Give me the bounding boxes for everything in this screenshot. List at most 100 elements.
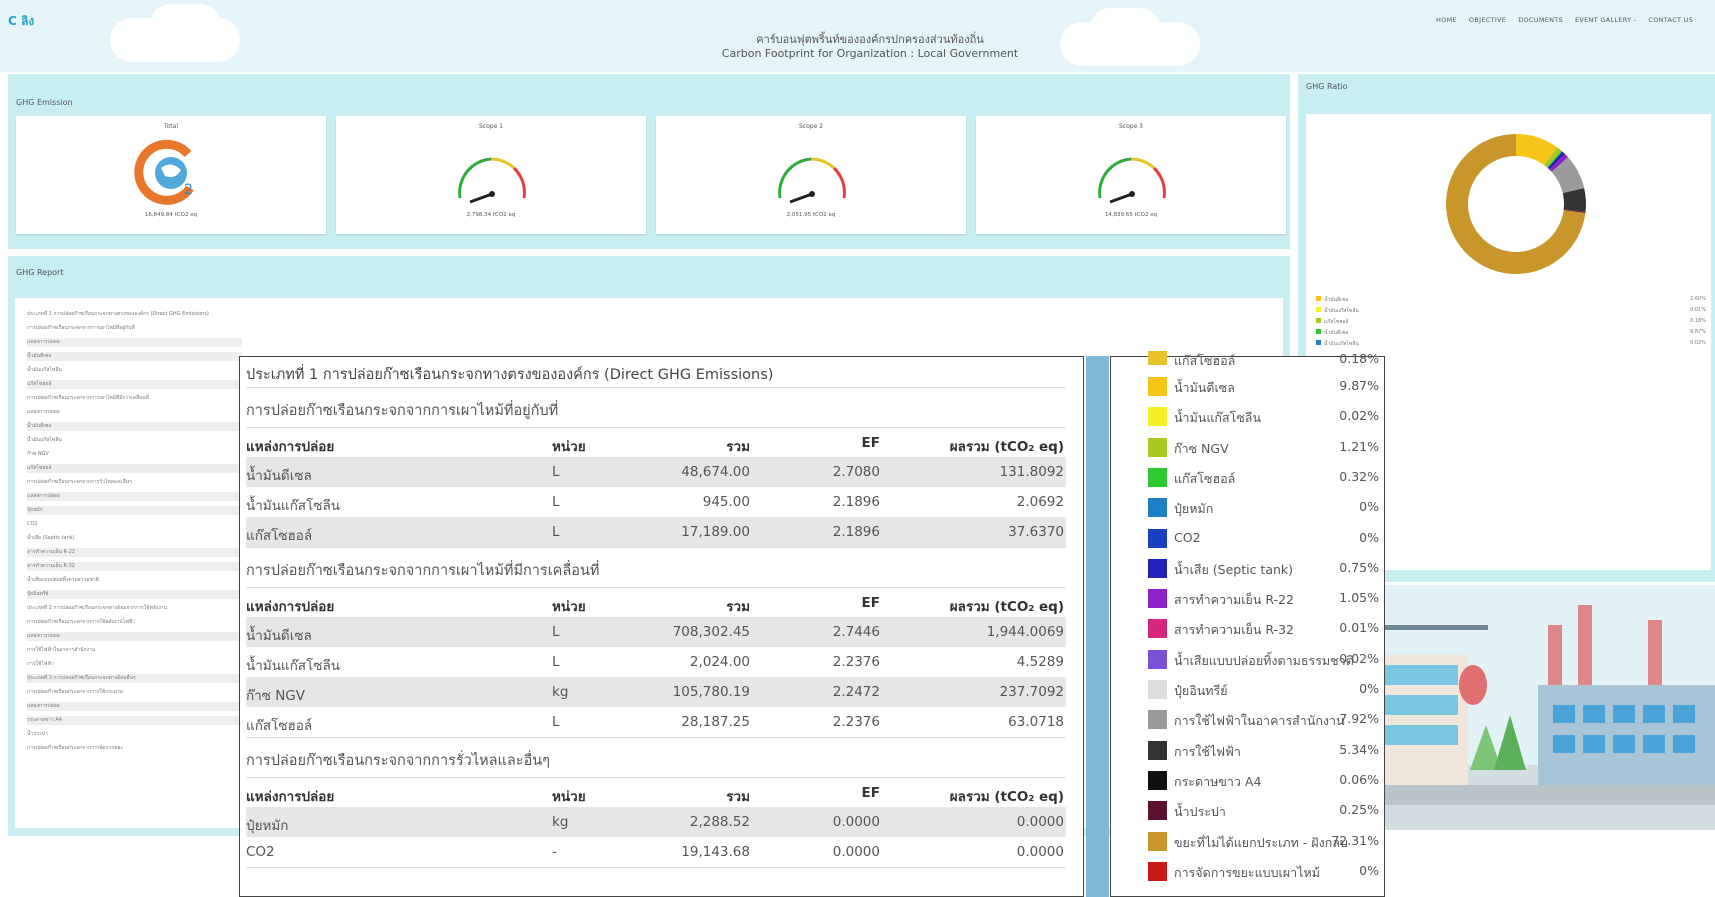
- legend-item: น้ำประปา 0.25%: [1111, 796, 1386, 826]
- legend-pct: 0.01%: [1339, 620, 1379, 636]
- card-scope2[interactable]: Scope 2 2,051.95 tCO2 eq: [656, 116, 966, 234]
- report-row: การปล่อยก๊าซเรือนกระจกจากการเผาไหม้ที่มี…: [27, 395, 149, 401]
- legend-item: ปุ๋ยอินทรีย์ 0%: [1111, 675, 1386, 705]
- cell-total: 708,302.45: [672, 624, 750, 640]
- report-row: สารทำความเย็น R-32: [27, 562, 242, 571]
- site-title: คาร์บอนฟุตพริ้นท์ขององค์กรปกครองส่วนท้อง…: [690, 33, 1050, 61]
- legend-item: แก๊สโซฮอล์ 0.32%: [1111, 463, 1386, 493]
- cell-sum: 1,944.0069: [986, 624, 1064, 640]
- legend-swatch: [1148, 770, 1167, 790]
- report-row: แก๊สโซฮอล์: [27, 380, 242, 389]
- cell-source: CO2: [246, 844, 275, 860]
- legend-label: CO2: [1174, 529, 1201, 545]
- mini-legend-item: แก๊สโซฮอล์ 0.18%: [1316, 318, 1706, 326]
- legend-swatch: [1148, 589, 1167, 609]
- legend-label: แก๊สโซฮอล์: [1174, 353, 1236, 368]
- report-row: น้ำเสีย (Septic tank): [27, 535, 75, 541]
- card-label: Total: [163, 123, 178, 130]
- report-row: ประเภทที่ 2 การปล่อยก๊าซเรือนกระจกทางอ้อ…: [27, 605, 168, 611]
- cell-ef: 2.1896: [832, 494, 880, 510]
- report-row: การปล่อยก๊าซเรือนกระจกจากการเผาไหม้ที่อย…: [27, 325, 135, 331]
- report-row: ประเภทที่ 1 การปล่อยก๊าซเรือนกระจกทางตรง…: [27, 311, 209, 317]
- cell-unit: L: [552, 714, 560, 730]
- cell-source: น้ำมันดีเซล: [246, 468, 312, 484]
- mini-legend-swatch: [1316, 296, 1321, 301]
- ratio-panel-title: GHG Ratio: [1306, 82, 1348, 91]
- cloud-decoration: [150, 4, 220, 44]
- header-source: แหล่งการปล่อย: [246, 599, 335, 615]
- report-row: น้ำมันแก๊สโซลีน: [27, 437, 62, 443]
- mini-legend-label: น้ำมันดีเซล: [1324, 297, 1349, 303]
- legend-item: น้ำมันดีเซล 9.87%: [1111, 372, 1386, 402]
- site-header: C ลิง คาร์บอนฟุตพริ้นท์ขององค์กรปกครองส่…: [0, 0, 1715, 72]
- legend-item: สารทำความเย็น R-32 0.01%: [1111, 614, 1386, 644]
- mini-legend-pct: 0.02%: [1690, 340, 1706, 346]
- header-ef: EF: [861, 435, 880, 451]
- header-sum: ผลรวม (tCO₂ eq): [949, 439, 1064, 455]
- nav-contact[interactable]: CONTACT US: [1648, 16, 1693, 24]
- table-row: น้ำมันแก๊สโซลีน L 2,024.00 2.2376 4.5289: [246, 647, 1066, 677]
- section-title: การปล่อยก๊าซเรือนกระจกจากการรั่วไหลและอื…: [246, 753, 550, 769]
- nav-documents[interactable]: DOCUMENTS: [1518, 16, 1563, 24]
- legend-swatch: [1148, 498, 1167, 518]
- legend-label: แก๊สโซฮอล์: [1174, 470, 1236, 486]
- legend-label: ปุ๋ยหมัก: [1174, 501, 1214, 517]
- legend-swatch: [1148, 558, 1167, 578]
- cell-sum: 4.5289: [1016, 654, 1064, 670]
- cell-sum: 237.7092: [999, 684, 1064, 700]
- table-divider: [246, 867, 1066, 868]
- legend-pct: 0%: [1359, 529, 1379, 545]
- nav-event-gallery[interactable]: EVENT GALLERY -: [1575, 16, 1636, 24]
- header-sum: ผลรวม (tCO₂ eq): [949, 789, 1064, 805]
- cell-sum: 37.6370: [1008, 524, 1064, 540]
- legend-swatch: [1148, 619, 1167, 639]
- gauge-icon: [778, 157, 846, 204]
- report-row: น้ำมันดีเซล: [27, 352, 242, 361]
- card-scope1[interactable]: Scope 1 2,798.34 tCO2 eq: [336, 116, 646, 234]
- cell-unit: kg: [552, 814, 569, 830]
- table-divider: [246, 737, 1066, 738]
- report-row: แหล่งการปล่อย: [27, 338, 242, 347]
- report-row: การใช้ไฟฟ้าในอาคารสำนักงาน: [27, 647, 96, 653]
- report-row: แก๊สโซฮอล์: [27, 464, 242, 473]
- cell-source: แก๊สโซฮอล์: [246, 528, 313, 544]
- legend-item: การใช้ไฟฟ้าในอาคารสำนักงาน 7.92%: [1111, 705, 1386, 735]
- legend-swatch: [1148, 801, 1167, 821]
- emission-panel-title: GHG Emission: [16, 98, 73, 107]
- report-row: CO2: [27, 521, 38, 527]
- nav-objective[interactable]: OBJECTIVE: [1469, 16, 1506, 24]
- legend-item: น้ำเสียแบบปล่อยทิ้งตามธรรมชาติ 0.02%: [1111, 645, 1386, 675]
- legend-swatch: [1148, 831, 1167, 851]
- legend-label: น้ำมันดีเซล: [1174, 380, 1235, 395]
- nav-home[interactable]: HOME: [1436, 16, 1457, 24]
- table-heading: ประเภทที่ 1 การปล่อยก๊าซเรือนกระจกทางตรง…: [246, 367, 774, 383]
- cell-ef: 2.1896: [832, 524, 880, 540]
- cell-total: 17,189.00: [681, 524, 750, 540]
- header-source: แหล่งการปล่อย: [246, 439, 335, 455]
- legend-pct: 0.02%: [1339, 408, 1379, 424]
- header-total: รวม: [726, 439, 750, 455]
- legend-item: ปุ๋ยหมัก 0%: [1111, 493, 1386, 523]
- card-scope3[interactable]: Scope 3 14,839.65 tCO2 eq: [976, 116, 1286, 234]
- cell-source: ปุ๋ยหมัก: [246, 818, 289, 834]
- ghg-ratio-donut-chart: [1446, 134, 1586, 274]
- cell-source: ก๊าซ NGV: [246, 688, 306, 704]
- site-logo[interactable]: C ลิง: [8, 12, 34, 31]
- legend-item: การใช้ไฟฟ้า 5.34%: [1111, 736, 1386, 766]
- cell-ef: 2.2376: [832, 714, 880, 730]
- carbon-logo-icon: 2: [134, 139, 194, 205]
- cell-total: 19,143.68: [681, 844, 750, 860]
- legend-label: ขยะที่ไม่ได้แยกประเภท - ฝังกลบ: [1174, 834, 1348, 850]
- mini-legend-pct: 2.60%: [1690, 296, 1706, 302]
- card-value: 2,798.34 tCO2 eq: [466, 212, 516, 218]
- cell-unit: L: [552, 494, 560, 510]
- table-row: ปุ๋ยหมัก kg 2,288.52 0.0000 0.0000: [246, 807, 1066, 837]
- legend-pct: 0.75%: [1339, 559, 1379, 575]
- report-row: กระดาษขาว A4: [27, 716, 242, 725]
- cell-total: 105,780.19: [672, 684, 750, 700]
- mini-legend-pct: 9.87%: [1690, 329, 1706, 335]
- legend-label: การใช้ไฟฟ้าในอาคารสำนักงาน: [1174, 713, 1345, 729]
- cell-total: 2,288.52: [689, 814, 750, 830]
- legend-label: กระดาษขาว A4: [1174, 773, 1262, 789]
- card-total[interactable]: Total 2 16,849.84 tCO2 eq: [16, 116, 326, 234]
